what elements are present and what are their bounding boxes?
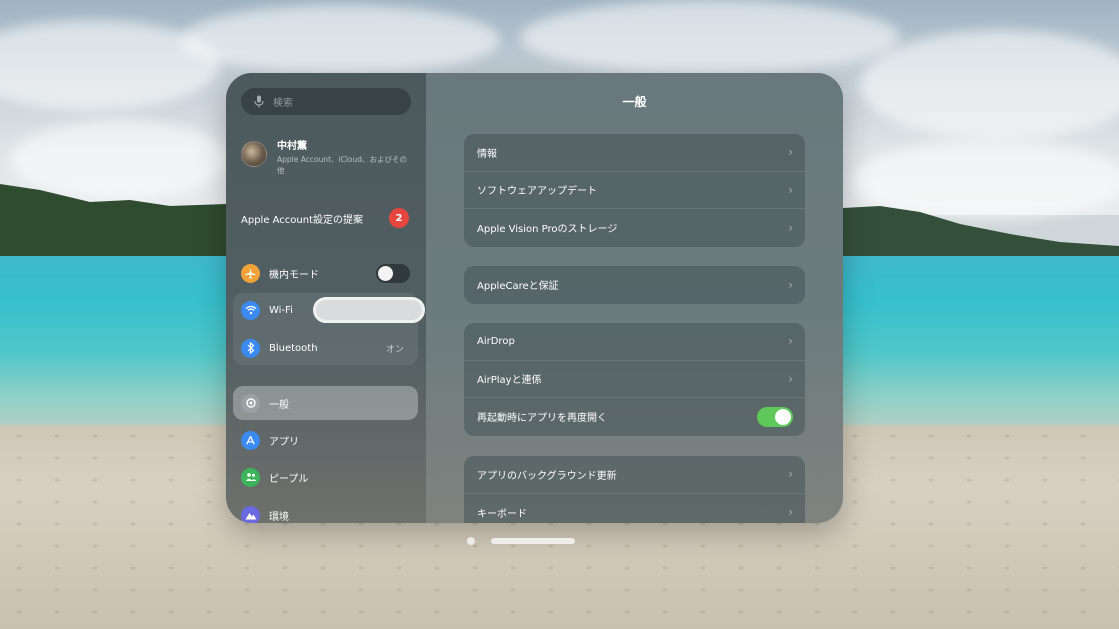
row-storage[interactable]: Apple Vision Proのストレージ › (464, 209, 805, 247)
chevron-right-icon: › (788, 145, 793, 160)
main-panel: 一般 情報 › ソフトウェアアップデート › Apple Vision Proの… (426, 73, 843, 523)
row-airplay-continuity[interactable]: AirPlayと連係 › (464, 361, 805, 398)
row-label: AirPlayと連係 (477, 375, 542, 387)
row-applecare[interactable]: AppleCareと保証 › (464, 266, 805, 304)
sidebar-item-label: 機内モード (269, 269, 319, 281)
connectivity-group: Wi-Fi Bluetooth オン (233, 293, 425, 365)
settings-group-1: 情報 › ソフトウェアアップデート › Apple Vision Proのストレ… (464, 134, 805, 247)
people-icon (241, 467, 260, 487)
settings-group-4: アプリのバックグラウンド更新 › キーボード › (464, 456, 805, 523)
sidebar-item-label: 環境 (269, 511, 289, 523)
row-label: ソフトウェアアップデート (477, 186, 597, 198)
sidebar-item-label: 一般 (269, 399, 289, 411)
row-airdrop[interactable]: AirDrop › (464, 323, 805, 361)
sidebar-item-people[interactable]: ピープル (233, 460, 418, 494)
row-label: キーボード (477, 508, 527, 520)
row-label: 再起動時にアプリを再度開く (477, 413, 607, 425)
row-reopen-apps: 再起動時にアプリを再度開く (464, 398, 805, 436)
sidebar-item-general[interactable]: 一般 (233, 386, 418, 420)
chevron-right-icon: › (788, 334, 793, 349)
wifi-icon (241, 300, 260, 320)
sidebar-item-wifi[interactable]: Wi-Fi (233, 293, 425, 327)
account-suggestion-label: Apple Account設定の提案 (241, 214, 364, 226)
wifi-network-field[interactable] (313, 297, 425, 323)
sidebar-item-label: ピープル (269, 473, 309, 485)
settings-group-3: AirDrop › AirPlayと連係 › 再起動時にアプリを再度開く (464, 323, 805, 436)
sidebar-item-environments[interactable]: 環境 (233, 498, 418, 523)
sidebar-item-airplane-mode[interactable]: 機内モード (233, 256, 418, 290)
row-label: アプリのバックグラウンド更新 (477, 470, 617, 482)
row-label: Apple Vision Proのストレージ (477, 224, 618, 236)
chevron-right-icon: › (788, 467, 793, 482)
row-label: AirDrop (477, 335, 515, 347)
bluetooth-icon (241, 338, 260, 358)
sidebar-item-label: Bluetooth (269, 342, 318, 354)
app-store-icon (241, 430, 260, 450)
chevron-right-icon: › (788, 505, 793, 520)
airplane-mode-toggle[interactable] (376, 263, 410, 283)
chevron-right-icon: › (788, 371, 793, 386)
notification-badge: 2 (389, 208, 409, 228)
chevron-right-icon: › (788, 220, 793, 235)
profile-name: 中村薫 (277, 141, 307, 152)
search-field[interactable]: 検索 (241, 88, 411, 115)
profile-subtitle: Apple Account、iCloud、およびその他 (277, 155, 408, 175)
sidebar-item-apps[interactable]: アプリ (233, 423, 418, 457)
sidebar-item-label: アプリ (269, 436, 299, 448)
page-title: 一般 (622, 95, 647, 109)
bluetooth-status: オン (385, 344, 404, 355)
account-suggestion-row[interactable]: Apple Account設定の提案 2 (241, 206, 409, 230)
gear-icon (241, 393, 260, 413)
row-label: 情報 (477, 148, 497, 160)
profile-row[interactable]: 中村薫 Apple Account、iCloud、およびその他 (241, 137, 411, 177)
row-keyboard[interactable]: キーボード › (464, 494, 805, 524)
window-close-dot[interactable] (467, 537, 475, 545)
sidebar: 検索 中村薫 Apple Account、iCloud、およびその他 Apple… (226, 73, 426, 523)
airplane-icon (241, 263, 260, 283)
avatar (241, 141, 267, 167)
window-grab-bar[interactable] (491, 538, 575, 544)
row-background-app-refresh[interactable]: アプリのバックグラウンド更新 › (464, 456, 805, 494)
settings-group-2: AppleCareと保証 › (464, 266, 805, 304)
chevron-right-icon: › (788, 182, 793, 197)
reopen-apps-toggle[interactable] (757, 406, 793, 427)
sidebar-item-bluetooth[interactable]: Bluetooth オン (233, 331, 418, 365)
settings-window: 検索 中村薫 Apple Account、iCloud、およびその他 Apple… (226, 73, 843, 523)
row-about[interactable]: 情報 › (464, 134, 805, 172)
mountain-icon (241, 505, 260, 523)
row-label: AppleCareと保証 (477, 281, 559, 293)
search-placeholder: 検索 (273, 98, 293, 109)
microphone-icon[interactable] (251, 94, 267, 110)
sidebar-item-label: Wi-Fi (269, 304, 293, 316)
chevron-right-icon: › (788, 277, 793, 292)
row-software-update[interactable]: ソフトウェアアップデート › (464, 172, 805, 209)
